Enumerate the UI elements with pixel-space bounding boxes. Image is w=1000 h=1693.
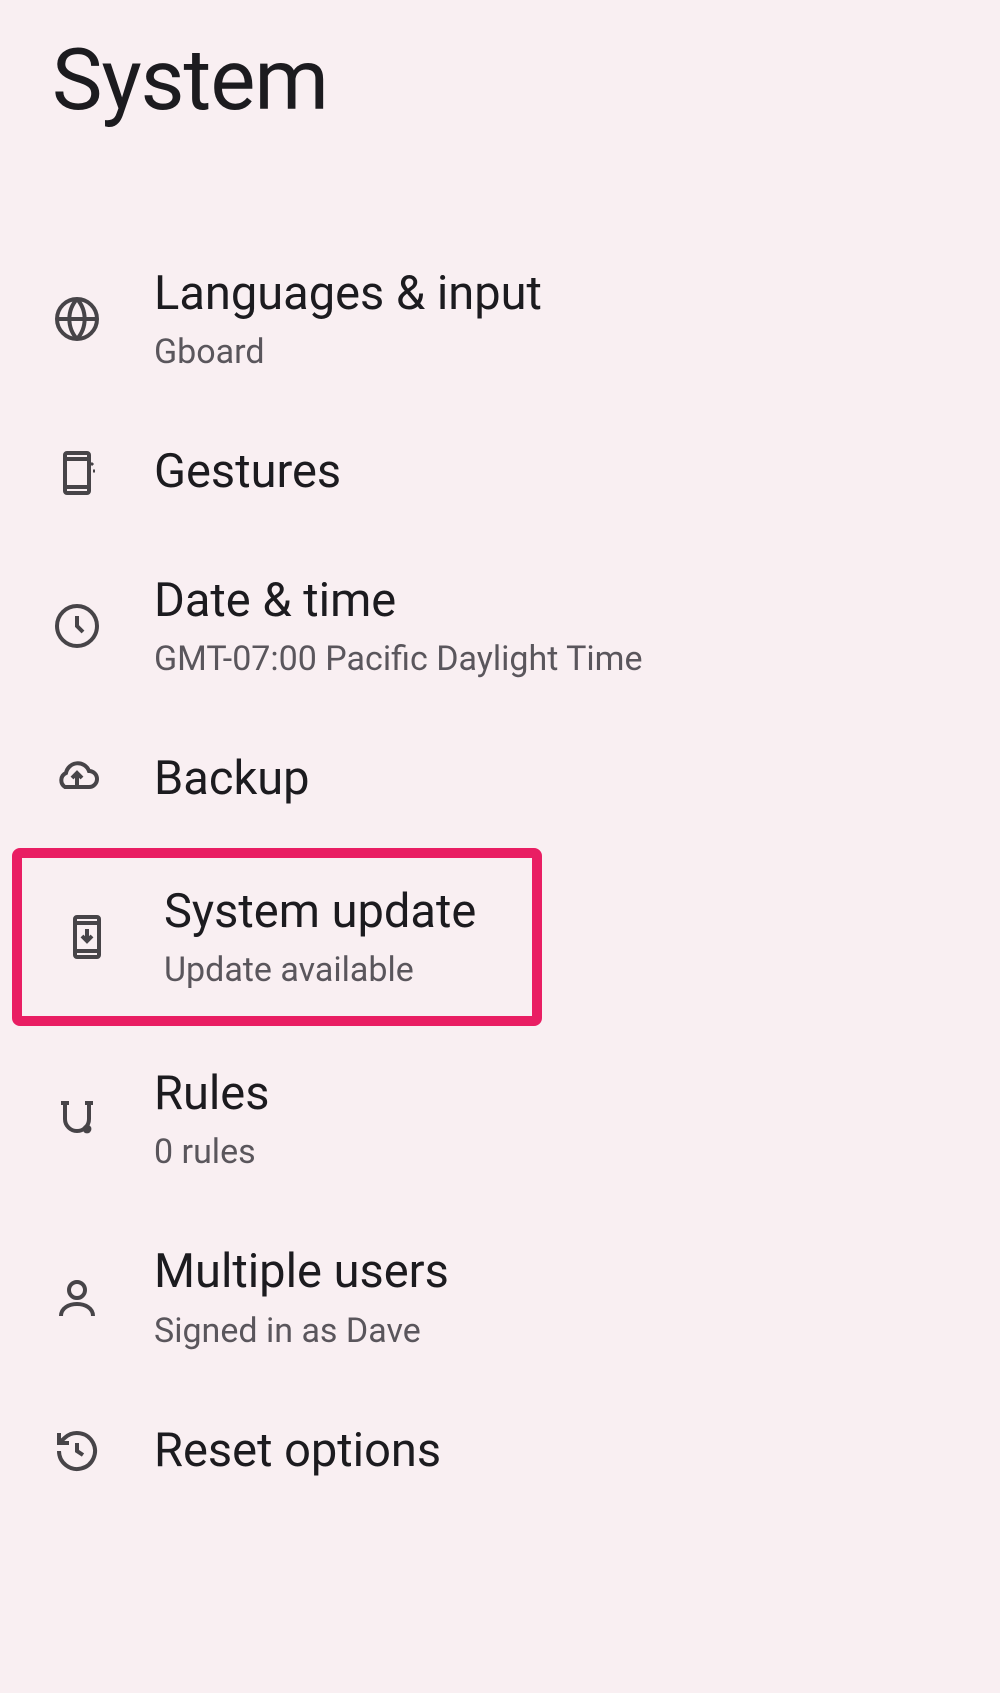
item-subtitle: 0 rules [154,1132,269,1172]
clock-icon [48,602,106,650]
item-languages-input[interactable]: Languages & input Gboard [0,230,1000,408]
item-subtitle: Signed in as Dave [154,1311,449,1351]
phone-sparkle-icon [48,449,106,497]
item-title: System update [164,884,476,940]
item-gestures[interactable]: Gestures [0,408,1000,536]
history-icon [48,1427,106,1475]
globe-icon [48,295,106,343]
page-title: System [0,0,1000,130]
item-multiple-users[interactable]: Multiple users Signed in as Dave [0,1208,1000,1386]
item-title: Multiple users [154,1244,449,1300]
item-subtitle: Gboard [154,332,542,372]
highlight-system-update: System update Update available [12,848,542,1026]
cloud-upload-icon [48,755,106,803]
rules-icon [48,1095,106,1143]
item-title: Rules [154,1066,269,1122]
item-subtitle: GMT-07:00 Pacific Daylight Time [154,639,642,679]
item-title: Backup [154,751,310,807]
item-date-time[interactable]: Date & time GMT-07:00 Pacific Daylight T… [0,537,1000,715]
phone-download-icon [58,913,116,961]
item-title: Languages & input [154,266,542,322]
item-system-update[interactable]: System update Update available [22,858,532,1016]
person-icon [48,1274,106,1322]
settings-list: Languages & input Gboard Gestures Date &… [0,230,1000,1515]
item-title: Date & time [154,573,642,629]
item-subtitle: Update available [164,950,476,990]
item-backup[interactable]: Backup [0,715,1000,843]
item-title: Gestures [154,444,341,500]
item-title: Reset options [154,1423,441,1479]
item-reset-options[interactable]: Reset options [0,1387,1000,1515]
item-rules[interactable]: Rules 0 rules [0,1030,1000,1208]
